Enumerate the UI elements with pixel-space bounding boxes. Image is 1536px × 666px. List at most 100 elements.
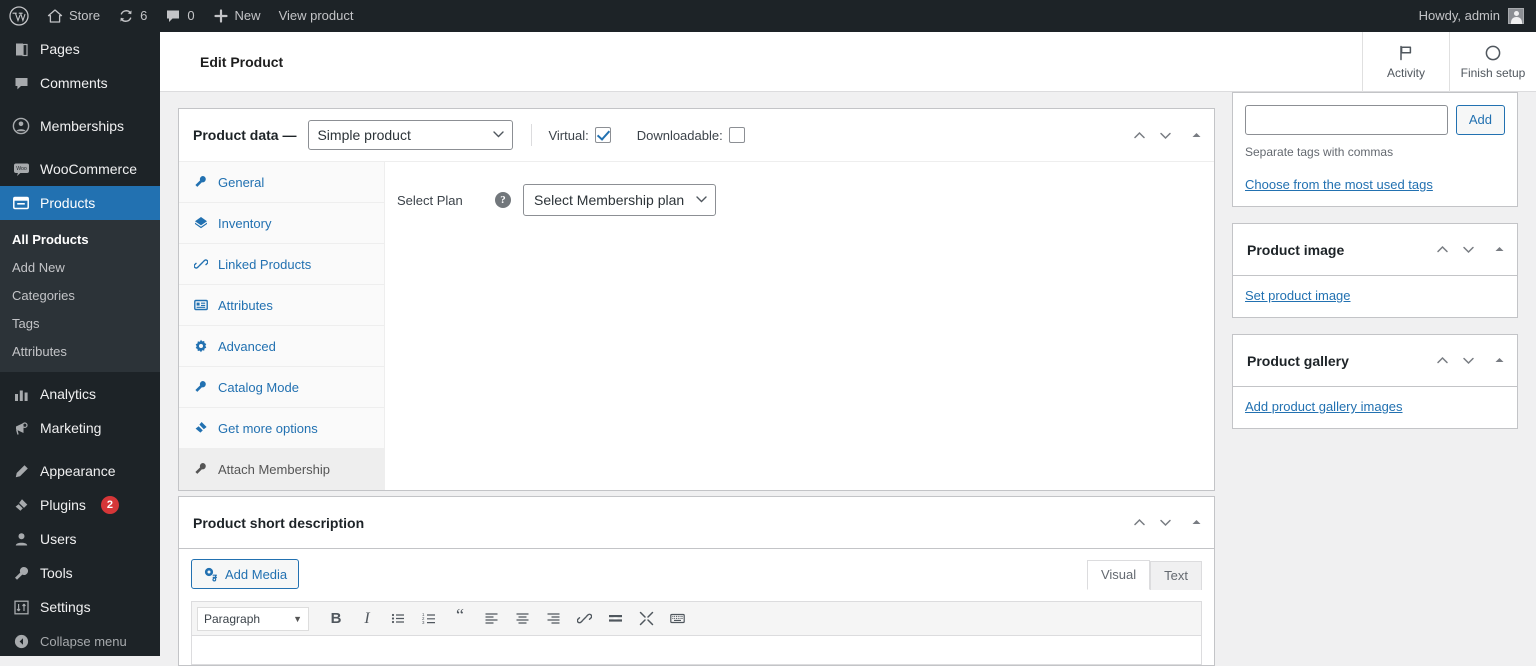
product-tags-panel: Add Separate tags with commas Choose fro… [1232, 92, 1518, 207]
admin-bar-store-label: Store [69, 8, 101, 23]
add-media-button[interactable]: Add Media [191, 559, 300, 589]
sidebar-item-marketing[interactable]: Marketing [0, 411, 160, 445]
sidebar-item-woocommerce[interactable]: Woo WooCommerce [0, 152, 160, 186]
sidebar-item-memberships[interactable]: Memberships [0, 109, 160, 143]
product-type-select[interactable]: Simple product [308, 120, 514, 150]
move-down-icon[interactable] [1159, 129, 1172, 142]
tab-visual[interactable]: Visual [1086, 560, 1151, 590]
sidebar-item-collapse-menu[interactable]: Collapse menu [0, 624, 160, 658]
fullscreen-icon[interactable] [632, 606, 660, 632]
toolbar-toggle-icon[interactable] [663, 606, 691, 632]
align-center-icon[interactable] [508, 606, 536, 632]
sidebar-subitem-all-products[interactable]: All Products [0, 225, 160, 253]
move-down-icon[interactable] [1462, 243, 1475, 256]
tab-attributes-label: Attributes [218, 297, 273, 313]
set-product-image-link[interactable]: Set product image [1245, 288, 1351, 303]
svg-text:3: 3 [422, 620, 425, 625]
appearance-icon [11, 463, 31, 480]
sidebar-item-tools[interactable]: Tools [0, 556, 160, 590]
product-short-description-panel: Product short description Add Media Visu… [178, 496, 1215, 666]
italic-icon[interactable]: I [353, 606, 381, 632]
toggle-panel-icon[interactable] [1191, 517, 1202, 528]
bulleted-list-icon[interactable] [384, 606, 412, 632]
activity-button[interactable]: Activity [1363, 32, 1449, 92]
select-plan-row: Select Plan ? Select Membership plan [397, 176, 1202, 216]
admin-bar-item-view-product[interactable]: View product [270, 0, 363, 32]
move-up-icon[interactable] [1436, 354, 1449, 367]
admin-bar-item-updates[interactable]: 6 [109, 0, 156, 32]
help-icon[interactable]: ? [495, 192, 511, 208]
downloadable-label: Downloadable: [636, 127, 723, 143]
plugins-update-badge: 2 [100, 496, 119, 514]
sidebar-item-analytics[interactable]: Analytics [0, 377, 160, 411]
admin-bar-comments-count: 0 [187, 8, 195, 23]
wordpress-logo-button[interactable] [0, 0, 38, 32]
align-right-icon[interactable] [539, 606, 567, 632]
tab-catalog-mode[interactable]: Catalog Mode [179, 367, 384, 408]
tab-linked-products[interactable]: Linked Products [179, 244, 384, 285]
finish-setup-button[interactable]: Finish setup [1450, 32, 1536, 92]
admin-bar-item-new[interactable]: New [204, 0, 270, 32]
toggle-panel-icon[interactable] [1191, 130, 1202, 141]
product-data-tabs: General Inventory Linked Products Attrib… [179, 162, 385, 490]
sidebar-separator-2 [0, 143, 160, 152]
choose-most-used-tags-link[interactable]: Choose from the most used tags [1245, 177, 1433, 192]
insert-link-icon[interactable] [570, 606, 598, 632]
move-up-icon[interactable] [1133, 129, 1146, 142]
numbered-list-icon[interactable]: 123 [415, 606, 443, 632]
svg-text:Woo: Woo [16, 166, 27, 172]
short-description-editor[interactable] [191, 635, 1202, 665]
comments-icon [11, 75, 31, 92]
membership-plan-select[interactable]: Select Membership plan [523, 184, 716, 216]
virtual-checkbox[interactable] [594, 127, 611, 143]
move-up-icon[interactable] [1133, 516, 1146, 529]
product-data-label: Product data — [193, 127, 297, 143]
sidebar-item-comments[interactable]: Comments [0, 66, 160, 100]
sidebar-separator-3 [0, 445, 160, 454]
tab-general[interactable]: General [179, 162, 384, 203]
tab-attributes[interactable]: Attributes [179, 285, 384, 326]
sidebar-subitem-categories[interactable]: Categories [0, 281, 160, 309]
toggle-panel-icon[interactable] [1494, 355, 1505, 366]
bold-icon[interactable]: B [322, 606, 350, 632]
move-up-icon[interactable] [1436, 243, 1449, 256]
user-avatar-icon [1508, 8, 1524, 24]
sidebar-separator [0, 100, 160, 109]
sidebar-item-products[interactable]: Products [0, 186, 168, 220]
admin-sidebar: Pages Comments Memberships Woo WooCommer… [0, 32, 168, 658]
tab-text[interactable]: Text [1150, 561, 1202, 590]
collapse-arrow-icon [11, 633, 31, 650]
sidebar-subitem-attributes[interactable]: Attributes [0, 337, 160, 365]
downloadable-checkbox[interactable] [728, 127, 745, 143]
add-tag-button[interactable]: Add [1455, 105, 1505, 135]
product-image-panel: Product image Set product image [1232, 223, 1518, 318]
add-product-gallery-images-link[interactable]: Add product gallery images [1245, 399, 1403, 414]
sidebar-item-plugins[interactable]: Plugins 2 [0, 488, 160, 522]
paragraph-format-select[interactable]: Paragraph ▼ [197, 606, 309, 631]
blockquote-icon[interactable]: “ [446, 606, 474, 632]
toggle-panel-icon[interactable] [1494, 244, 1505, 255]
short-description-title: Product short description [193, 514, 365, 531]
new-tag-input[interactable] [1245, 105, 1448, 135]
sidebar-item-users[interactable]: Users [0, 522, 160, 556]
sidebar-item-appearance[interactable]: Appearance [0, 454, 160, 488]
sidebar-item-pages[interactable]: Pages [0, 32, 160, 66]
product-data-body: General Inventory Linked Products Attrib… [179, 161, 1214, 490]
editor-mode-tabs: Visual Text [1086, 559, 1202, 590]
tab-advanced[interactable]: Advanced [179, 326, 384, 367]
sidebar-item-settings[interactable]: Settings [0, 590, 160, 624]
sidebar-subitem-tags[interactable]: Tags [0, 309, 160, 337]
move-down-icon[interactable] [1462, 354, 1475, 367]
admin-bar-item-store[interactable]: Store [38, 0, 109, 32]
sidebar-subitem-add-new[interactable]: Add New [0, 253, 160, 281]
sidebar-sublabel-all-products: All Products [12, 231, 89, 247]
admin-bar-my-account[interactable]: Howdy, admin [1410, 0, 1536, 32]
align-left-icon[interactable] [477, 606, 505, 632]
move-down-icon[interactable] [1159, 516, 1172, 529]
tab-get-more-options[interactable]: Get more options [179, 408, 384, 449]
admin-bar-item-comments[interactable]: 0 [156, 0, 203, 32]
tab-attach-membership[interactable]: Attach Membership [179, 449, 384, 490]
read-more-icon[interactable] [601, 606, 629, 632]
howdy-label: Howdy, admin [1418, 8, 1500, 23]
tab-inventory[interactable]: Inventory [179, 203, 384, 244]
